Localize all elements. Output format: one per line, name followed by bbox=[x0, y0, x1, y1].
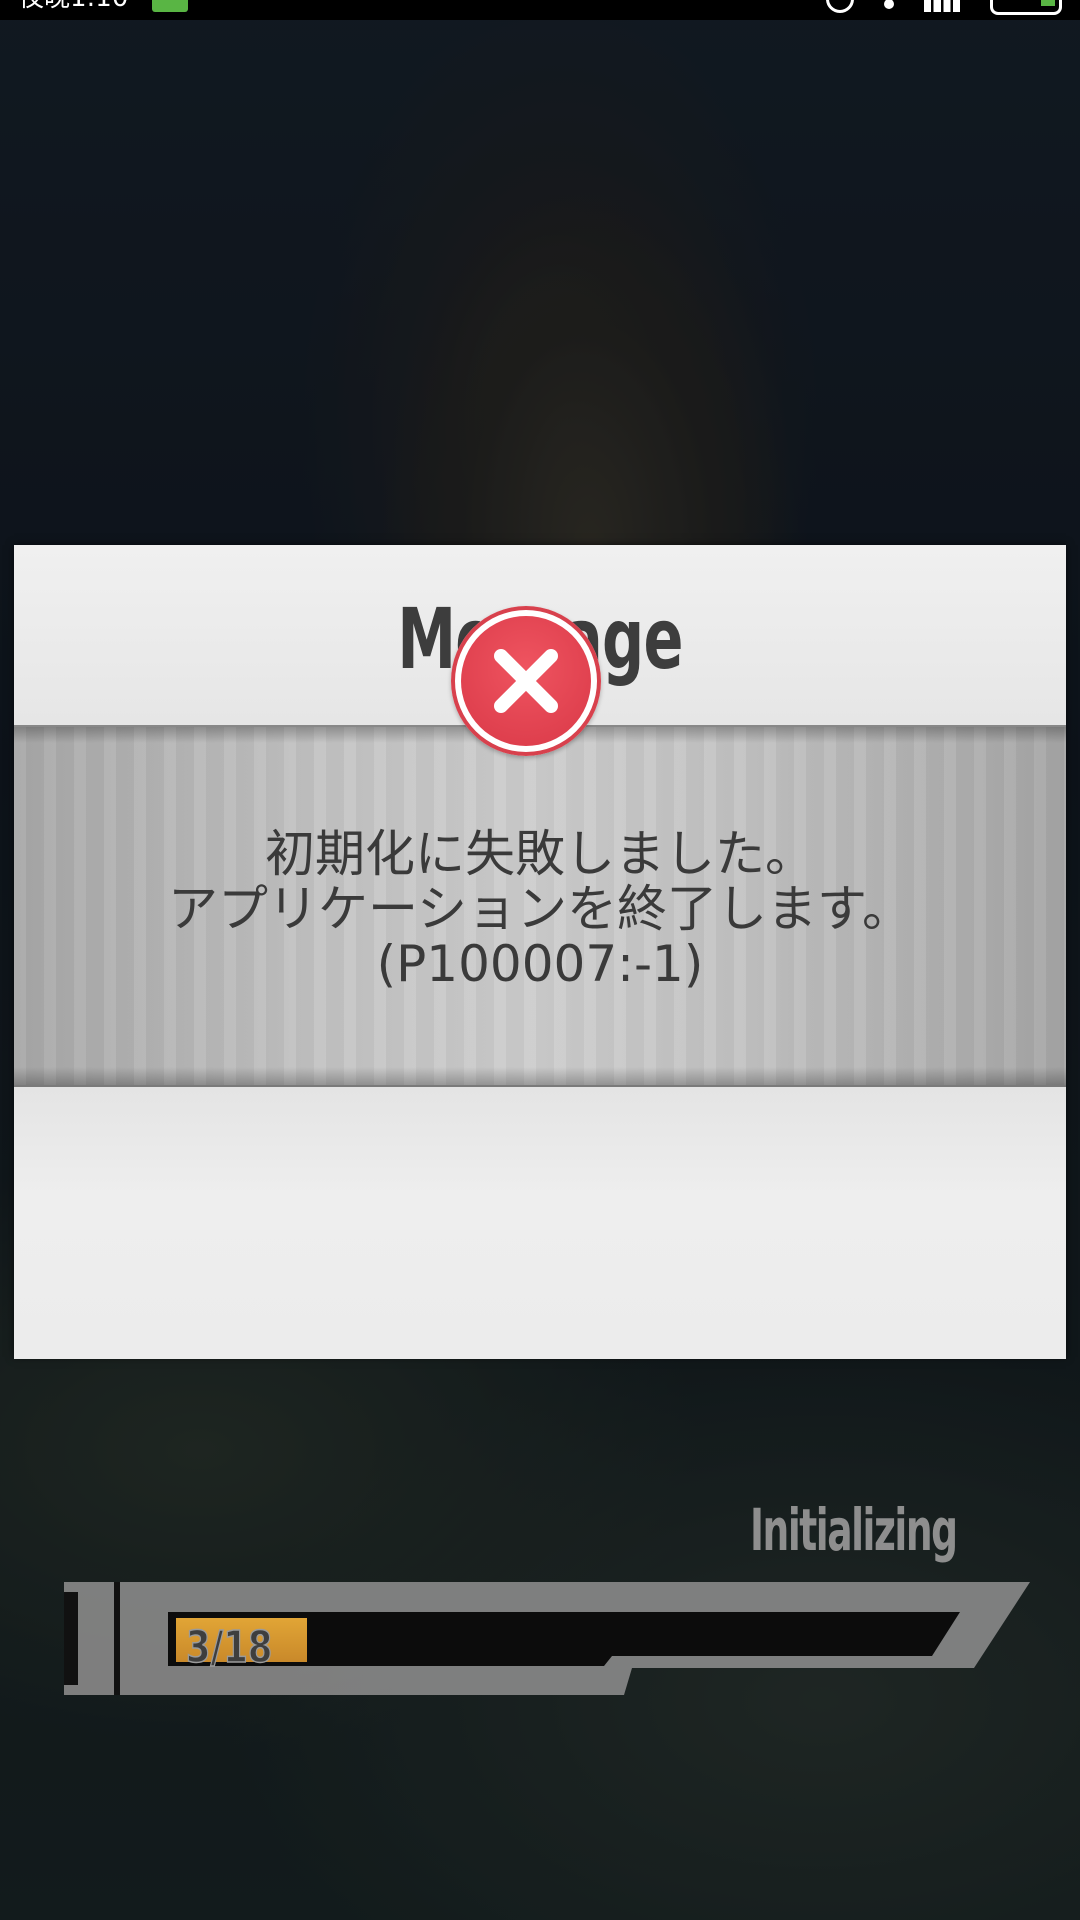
close-button-face[interactable] bbox=[461, 616, 591, 746]
status-bar: 夜晚1:10 bbox=[0, 0, 1080, 20]
notification-badge-icon bbox=[152, 0, 188, 12]
dialog-body: 初期化に失敗しました。 アプリケーションを終了します。 (P100007:-1) bbox=[14, 727, 1066, 1085]
initializing-label: Initializing bbox=[750, 1496, 958, 1564]
dialog-footer bbox=[14, 1085, 1066, 1359]
message-line: 初期化に失敗しました。 bbox=[265, 825, 815, 883]
message-line: (P100007:-1) bbox=[376, 935, 704, 993]
dialog-message: 初期化に失敗しました。 アプリケーションを終了します。 (P100007:-1) bbox=[14, 827, 1066, 992]
message-line: アプリケーションを終了します。 bbox=[168, 880, 912, 938]
close-icon bbox=[494, 649, 558, 713]
progress-text: 3/18 bbox=[185, 1621, 273, 1674]
close-button[interactable] bbox=[451, 606, 601, 756]
signal-icon bbox=[924, 0, 960, 12]
battery-icon bbox=[990, 0, 1062, 15]
wifi-icon bbox=[884, 0, 894, 9]
status-time: 夜晚1:10 bbox=[18, 0, 128, 11]
alarm-icon bbox=[826, 0, 854, 13]
loading-bar: 3/18 bbox=[64, 1582, 1030, 1695]
